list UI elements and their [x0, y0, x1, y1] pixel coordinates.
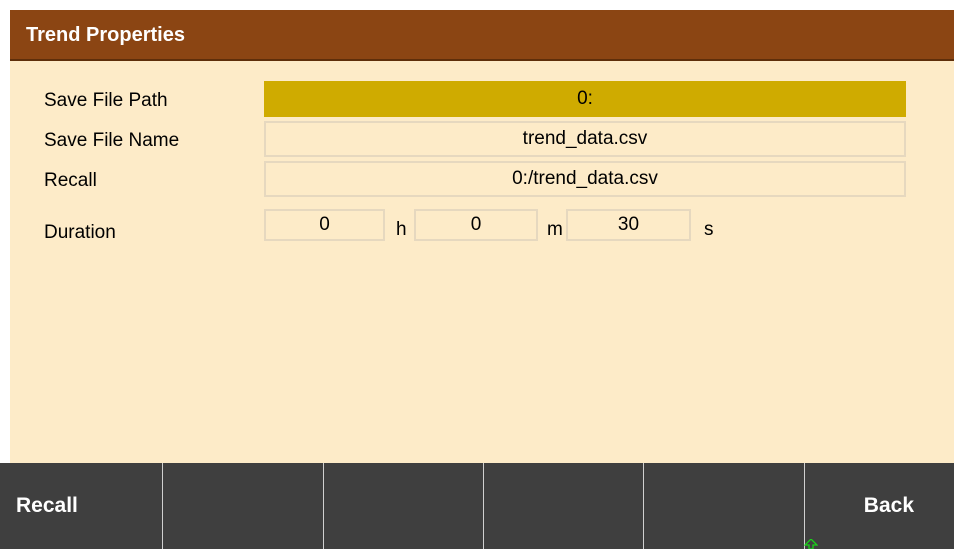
save-file-path-field[interactable]: 0:	[264, 81, 906, 117]
recall-label: Recall	[44, 170, 97, 191]
softkey-back-label: Back	[863, 494, 914, 517]
mouse-cursor-icon	[804, 539, 818, 549]
softkey-recall-button[interactable]: Recall	[0, 463, 163, 549]
softkey-4-button[interactable]	[484, 463, 644, 549]
duration-minutes-unit: m	[547, 219, 563, 240]
softkey-back-button[interactable]: Back	[805, 463, 954, 549]
duration-minutes-field[interactable]: 0	[414, 209, 538, 241]
duration-seconds-unit: s	[704, 219, 714, 240]
properties-panel: Save File Path 0: Save File Name trend_d…	[10, 61, 954, 463]
duration-hours-unit: h	[396, 219, 407, 240]
duration-seconds-field[interactable]: 30	[566, 209, 691, 241]
page-title: Trend Properties	[26, 24, 185, 46]
softkey-recall-label: Recall	[16, 494, 78, 517]
save-file-name-field[interactable]: trend_data.csv	[264, 121, 906, 157]
title-bar: Trend Properties	[10, 10, 954, 61]
recall-field[interactable]: 0:/trend_data.csv	[264, 161, 906, 197]
save-file-path-label: Save File Path	[44, 90, 168, 111]
softkey-bar: Recall Back	[0, 463, 954, 549]
duration-hours-field[interactable]: 0	[264, 209, 385, 241]
softkey-3-button[interactable]	[324, 463, 484, 549]
softkey-5-button[interactable]	[644, 463, 805, 549]
duration-label: Duration	[44, 222, 116, 243]
save-file-name-label: Save File Name	[44, 130, 180, 151]
softkey-2-button[interactable]	[163, 463, 324, 549]
trend-properties-screen: Trend Properties Save File Path 0: Save …	[0, 0, 954, 549]
